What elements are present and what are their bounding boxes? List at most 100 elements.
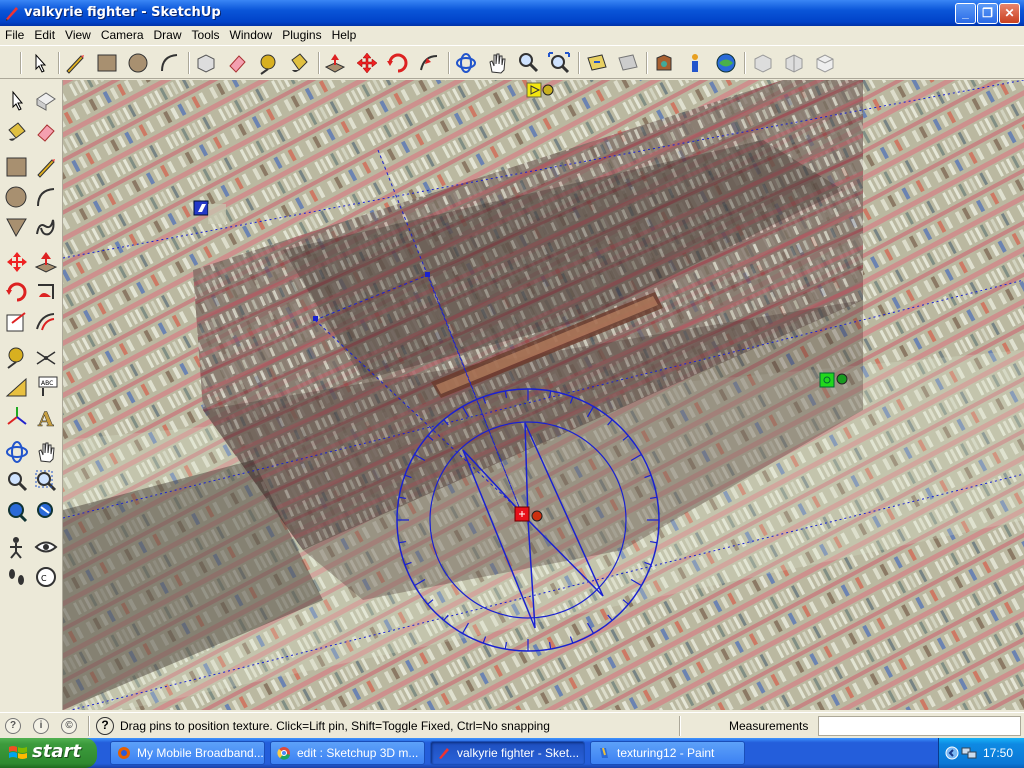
section-plane-icon[interactable]: C	[33, 564, 59, 590]
toolbar-separator	[318, 52, 320, 74]
pan-icon[interactable]	[33, 439, 59, 465]
component-side-icon	[785, 54, 803, 73]
arc-icon[interactable]	[156, 50, 182, 76]
task-valkyrie-sketchup[interactable]: valkyrie fighter - Sket...	[430, 741, 585, 765]
svg-text:A: A	[37, 407, 54, 430]
model-viewport[interactable]	[63, 80, 1024, 710]
look-around-icon[interactable]	[33, 534, 59, 560]
polygon-icon[interactable]	[4, 214, 30, 240]
components-icon[interactable]	[651, 50, 677, 76]
walk-icon[interactable]	[4, 564, 30, 590]
scale-icon[interactable]	[4, 309, 30, 335]
sketchup-app-icon	[6, 7, 18, 21]
yellow-pin[interactable]	[526, 82, 554, 98]
zoom-icon[interactable]	[515, 50, 541, 76]
menu-help[interactable]: Help	[327, 26, 362, 44]
paint-icon	[600, 747, 608, 758]
toolbar-separator	[188, 52, 190, 74]
select-arrow-icon[interactable]	[4, 88, 30, 114]
zoom-window-icon[interactable]	[33, 469, 59, 495]
push-pull-icon[interactable]	[33, 249, 59, 275]
measurements-field[interactable]	[818, 716, 1021, 736]
task-label: texturing12 - Paint	[617, 746, 715, 760]
geo-location-icon[interactable]: ?	[5, 718, 21, 734]
zoom-extents-icon[interactable]	[546, 50, 572, 76]
pan-icon[interactable]	[484, 50, 510, 76]
svg-text:C: C	[41, 574, 47, 583]
credits-icon[interactable]: i	[33, 718, 49, 734]
orbit-icon[interactable]	[453, 50, 479, 76]
zoom-icon[interactable]	[4, 469, 30, 495]
freehand-icon[interactable]	[33, 214, 59, 240]
move-icon[interactable]	[354, 50, 380, 76]
paint-bucket-icon[interactable]	[286, 50, 312, 76]
windows-flag-icon	[9, 746, 27, 759]
orbit-icon[interactable]	[4, 439, 30, 465]
title-bar: valkyrie fighter - SketchUp _ ❐ ✕	[0, 0, 1024, 26]
make-component-icon[interactable]	[33, 88, 59, 114]
3d-text-icon[interactable]: A	[33, 404, 59, 430]
status-divider	[88, 716, 90, 736]
rotate-icon[interactable]	[385, 50, 411, 76]
menu-edit[interactable]: Edit	[29, 26, 60, 44]
help-question-icon[interactable]: ?	[96, 717, 114, 735]
pencil-icon[interactable]	[33, 154, 59, 180]
rectangle-icon[interactable]	[94, 50, 120, 76]
minimize-button[interactable]: _	[955, 3, 976, 24]
menu-view[interactable]: View	[60, 26, 96, 44]
menu-tools[interactable]: Tools	[187, 26, 225, 44]
circle-icon[interactable]	[4, 184, 30, 210]
arc-icon[interactable]	[33, 184, 59, 210]
menu-plugins[interactable]: Plugins	[277, 26, 326, 44]
zoom-extents-icon[interactable]	[4, 499, 30, 525]
previous-view-icon[interactable]	[33, 499, 59, 525]
add-location-icon[interactable]	[682, 50, 708, 76]
protractor-icon[interactable]	[4, 374, 30, 400]
offset-icon[interactable]	[33, 309, 59, 335]
move-icon[interactable]	[4, 249, 30, 275]
follow-me-icon[interactable]	[33, 279, 59, 305]
main-toolbar	[0, 45, 1024, 79]
next-view-icon[interactable]	[615, 50, 641, 76]
position-camera-icon[interactable]	[4, 534, 30, 560]
task-mobile-broadband[interactable]: My Mobile Broadband...	[110, 741, 265, 765]
make-component-icon[interactable]	[193, 50, 219, 76]
text-tool-icon[interactable]: ABC	[33, 374, 59, 400]
tape-measure-icon[interactable]	[4, 344, 30, 370]
follow-me-icon[interactable]	[416, 50, 442, 76]
dimension-icon[interactable]	[33, 344, 59, 370]
select-tool-icon[interactable]	[27, 50, 53, 76]
eraser-icon[interactable]	[33, 119, 59, 145]
close-button[interactable]: ✕	[999, 3, 1020, 24]
menu-draw[interactable]: Draw	[149, 26, 187, 44]
maximize-button[interactable]: ❐	[977, 3, 998, 24]
previous-view-icon[interactable]	[584, 50, 610, 76]
instructor-hint: ? Drag pins to position texture. Click=L…	[96, 717, 550, 735]
get-models-icon[interactable]	[713, 50, 739, 76]
paint-bucket-icon[interactable]	[4, 119, 30, 145]
rotate-icon[interactable]	[4, 279, 30, 305]
task-texturing-paint[interactable]: texturing12 - Paint	[590, 741, 745, 765]
viewport-canvas[interactable]	[63, 80, 1024, 710]
system-tray: 17:50	[938, 738, 1024, 768]
rectangle-icon[interactable]	[4, 154, 30, 180]
tray-collapse-icon[interactable]	[945, 746, 959, 760]
user-account-icon[interactable]: ©	[61, 718, 77, 734]
axes-icon[interactable]	[4, 404, 30, 430]
guide-vertex	[313, 316, 318, 321]
menu-camera[interactable]: Camera	[96, 26, 149, 44]
menu-window[interactable]: Window	[225, 26, 278, 44]
start-button[interactable]: start	[0, 738, 97, 768]
svg-text:ABC: ABC	[41, 380, 53, 387]
window-title: valkyrie fighter - SketchUp	[24, 5, 221, 20]
task-edit-sketchup[interactable]: edit : Sketchup 3D m...	[270, 741, 425, 765]
push-pull-icon[interactable]	[322, 50, 348, 76]
menu-file[interactable]: File	[0, 26, 29, 44]
left-toolbar: ABC A C	[0, 80, 63, 710]
circle-icon[interactable]	[125, 50, 151, 76]
status-divider	[679, 716, 681, 736]
eraser-icon[interactable]	[224, 50, 250, 76]
tape-measure-icon[interactable]	[255, 50, 281, 76]
network-icon[interactable]	[961, 745, 977, 761]
pencil-icon[interactable]	[62, 50, 88, 76]
